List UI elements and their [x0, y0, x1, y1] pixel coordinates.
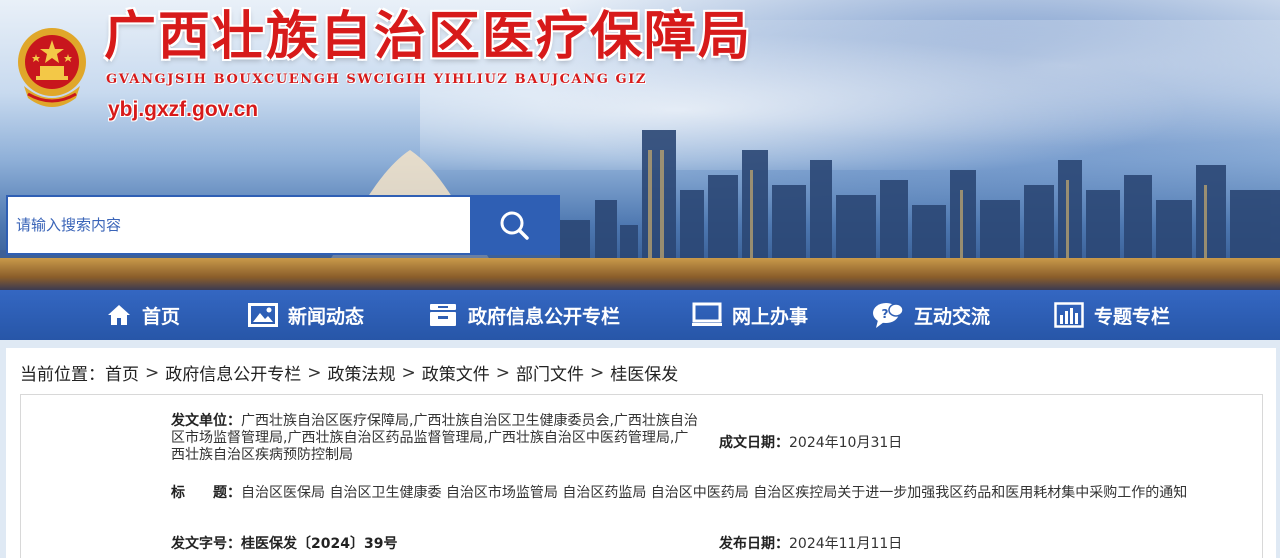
document-title-field: 标 题：自治区医保局 自治区卫生健康委 自治区市场监管局 自治区药监局 自治区中…: [171, 485, 1256, 502]
nav-item-label: 互动交流: [914, 305, 991, 328]
nav-item-online-service[interactable]: 网上办事: [692, 290, 808, 340]
search-input[interactable]: [8, 197, 470, 253]
breadcrumb-link-home[interactable]: 首页: [105, 360, 139, 385]
document-number-value: 桂医保发〔2024〕39号: [241, 536, 398, 552]
nav-item-label: 新闻动态: [288, 305, 365, 328]
document-info-box: 发文单位：广西壮族自治区医疗保障局,广西壮族自治区卫生健康委员会,广西壮族自治区…: [20, 394, 1263, 558]
breadcrumb-link-gui-yi-bao-fa[interactable]: 桂医保发: [610, 360, 678, 385]
publish-date-field: 发布日期：2024年11月11日: [719, 536, 902, 553]
issuer-label: 发文单位：: [171, 413, 241, 429]
breadcrumb-separator: >: [145, 362, 160, 383]
document-title-label: 标 题：: [171, 485, 241, 501]
main-content: 当前位置： 首页 > 政府信息公开专栏 > 政策法规 > 政策文件 > 部门文件…: [6, 348, 1276, 558]
breadcrumb-link-gov-info[interactable]: 政府信息公开专栏: [165, 360, 301, 385]
publish-date-value: 2024年11月11日: [789, 536, 903, 552]
breadcrumb-separator: >: [401, 362, 416, 383]
search-button[interactable]: [470, 197, 558, 253]
monitor-icon: [692, 302, 722, 326]
bar-chart-icon: [1054, 302, 1084, 328]
document-number-field: 发文字号：桂医保发〔2024〕39号: [171, 536, 397, 553]
breadcrumb-link-policy-documents[interactable]: 政策文件: [422, 360, 490, 385]
search-icon: [500, 211, 529, 240]
nav-item-special-topics[interactable]: 专题专栏: [1054, 290, 1170, 340]
svg-text:?: ?: [882, 307, 889, 321]
document-title-value: 自治区医保局 自治区卫生健康委 自治区市场监管局 自治区药监局 自治区中医药局 …: [241, 485, 1188, 501]
banner-bridge: [0, 258, 1280, 290]
nav-item-label: 政府信息公开专栏: [468, 305, 621, 328]
breadcrumb-link-policy-regulations[interactable]: 政策法规: [328, 360, 396, 385]
header-banner: 广西壮族自治区医疗保障局 GVANGJSIH BOUXCUENGH SWCIGI…: [0, 0, 1280, 290]
nav-item-home[interactable]: 首页: [106, 290, 180, 340]
site-title: 广西壮族自治区医疗保障局: [104, 6, 753, 67]
document-number-label: 发文字号：: [171, 536, 241, 552]
cabinet-icon: [430, 304, 456, 326]
chat-bubble-icon: ?: [873, 303, 904, 328]
issuer-field: 发文单位：广西壮族自治区医疗保障局,广西壮族自治区卫生健康委员会,广西壮族自治区…: [171, 413, 701, 464]
breadcrumb-separator: >: [495, 362, 510, 383]
nav-item-label: 网上办事: [732, 305, 809, 328]
image-icon: [248, 303, 278, 327]
nav-item-news[interactable]: 新闻动态: [248, 290, 364, 340]
written-date-field: 成文日期：2024年10月31日: [719, 435, 902, 452]
breadcrumb-separator: >: [307, 362, 322, 383]
publish-date-label: 发布日期：: [719, 536, 789, 552]
breadcrumb-prefix: 当前位置：: [20, 365, 105, 385]
national-emblem-logo: [18, 28, 86, 107]
issuer-value: 广西壮族自治区医疗保障局,广西壮族自治区卫生健康委员会,广西壮族自治区市场监督管…: [171, 413, 698, 463]
nav-item-interaction[interactable]: ? 互动交流: [872, 290, 990, 340]
nav-item-label: 专题专栏: [1094, 305, 1171, 328]
breadcrumb: 当前位置： 首页 > 政府信息公开专栏 > 政策法规 > 政策文件 > 部门文件…: [20, 360, 678, 386]
search-bar: [6, 195, 560, 255]
site-subtitle: GVANGJSIH BOUXCUENGH SWCIGIH YIHLIUZ BAU…: [106, 72, 648, 87]
written-date-label: 成文日期：: [719, 435, 789, 451]
breadcrumb-link-department-documents[interactable]: 部门文件: [516, 360, 584, 385]
site-domain: ybj.gxzf.gov.cn: [108, 98, 259, 121]
nav-item-gov-info[interactable]: 政府信息公开专栏: [428, 290, 620, 340]
written-date-value: 2024年10月31日: [789, 435, 903, 451]
nav-item-label: 首页: [142, 305, 181, 328]
breadcrumb-separator: >: [590, 362, 605, 383]
main-nav: 首页 新闻动态 政府信息公开专栏 网上办事 ? 互动交流 专题专栏: [0, 290, 1280, 340]
home-icon: [108, 305, 130, 325]
